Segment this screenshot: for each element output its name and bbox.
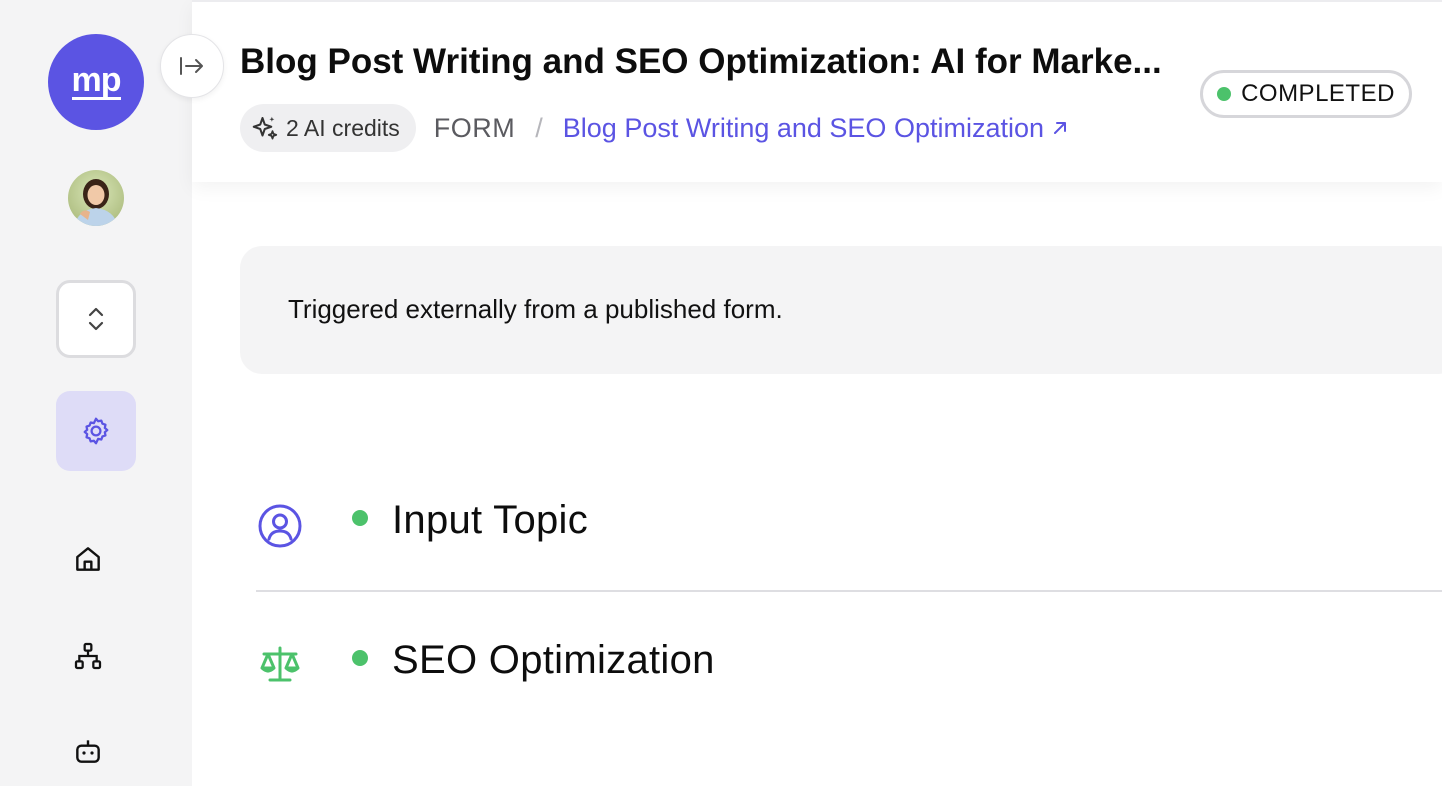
- avatar[interactable]: [68, 170, 124, 226]
- avatar-image: [68, 170, 124, 226]
- chevron-up-down-icon: [88, 307, 104, 331]
- step-row[interactable]: Input Topic: [256, 480, 1442, 592]
- nav-workflows[interactable]: [70, 638, 106, 674]
- trigger-text: Triggered externally from a published fo…: [288, 294, 783, 324]
- app-window: mp Blog Post Writing and SEO Optimizatio…: [0, 0, 1442, 786]
- breadcrumb: 2 AI credits FORM / Blog Post Writing an…: [240, 104, 1070, 152]
- breadcrumb-separator: /: [535, 112, 543, 143]
- home-icon: [76, 547, 100, 571]
- step-title: SEO Optimization: [392, 638, 715, 682]
- nav-home[interactable]: [70, 541, 106, 577]
- run-header: Blog Post Writing and SEO Optimization: …: [192, 0, 1442, 182]
- user-circle-icon: [256, 502, 304, 550]
- brand-logo[interactable]: mp: [48, 34, 144, 130]
- step-row[interactable]: SEO Optimization: [256, 620, 1442, 710]
- credits-label: 2 AI credits: [286, 114, 400, 141]
- workspace-switcher-button[interactable]: [56, 280, 136, 358]
- status-label: COMPLETED: [1241, 80, 1395, 107]
- collapse-sidebar-button[interactable]: [160, 34, 224, 98]
- breadcrumb-link-label: Blog Post Writing and SEO Optimization: [562, 112, 1044, 143]
- nav-agents[interactable]: [70, 733, 106, 769]
- gear-icon: [83, 417, 109, 445]
- status-badge: COMPLETED: [1200, 70, 1412, 118]
- breadcrumb-form-link[interactable]: Blog Post Writing and SEO Optimization: [563, 113, 1070, 144]
- step-title: Input Topic: [392, 498, 589, 542]
- bot-icon: [76, 740, 100, 763]
- arrow-right-to-line-icon: [180, 57, 203, 75]
- logo-text: mp: [71, 60, 122, 100]
- page-title: Blog Post Writing and SEO Optimization: …: [240, 42, 1162, 81]
- trigger-info-card: Triggered externally from a published fo…: [240, 246, 1442, 374]
- settings-button[interactable]: [56, 391, 136, 471]
- scale-icon: [256, 640, 304, 688]
- credits-badge: 2 AI credits: [240, 104, 416, 152]
- status-dot-icon: [1217, 87, 1232, 101]
- workflow-icon: [74, 642, 102, 670]
- external-link-arrow-icon: [1054, 122, 1066, 134]
- breadcrumb-type: FORM: [433, 112, 516, 143]
- step-status-dot: [352, 510, 368, 526]
- sidebar: mp: [0, 0, 192, 786]
- sparkles-icon: [252, 116, 278, 140]
- step-status-dot: [352, 650, 368, 666]
